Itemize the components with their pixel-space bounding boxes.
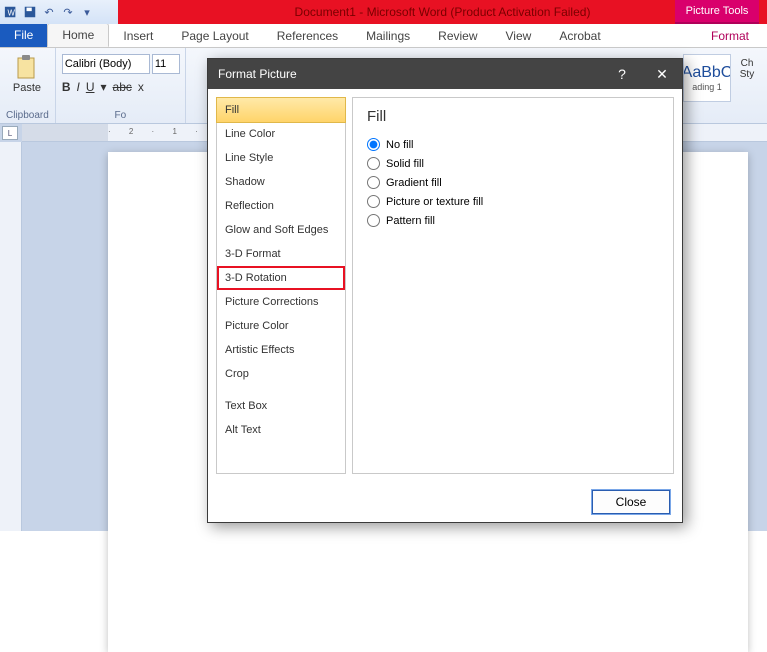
font-group-label: Fo [62, 110, 179, 123]
title-bar: W ↶ ↷ ▾ Document1 - Microsoft Word (Prod… [0, 0, 767, 24]
paste-icon [14, 54, 40, 82]
category-glow[interactable]: Glow and Soft Edges [217, 218, 345, 242]
category-crop[interactable]: Crop [217, 362, 345, 386]
group-font: B I U ▾ abc x Fo [56, 48, 186, 123]
vertical-ruler[interactable] [0, 142, 22, 531]
svg-text:W: W [8, 9, 16, 18]
radio-no-fill[interactable] [367, 138, 380, 151]
category-picture-corrections[interactable]: Picture Corrections [217, 290, 345, 314]
option-picture-texture-fill[interactable]: Picture or texture fill [367, 192, 659, 211]
style-label: ading 1 [692, 82, 722, 92]
redo-icon[interactable]: ↷ [59, 3, 77, 21]
subscript-button[interactable]: x [138, 80, 144, 94]
change-styles-button[interactable]: Ch Sty [733, 54, 761, 102]
option-gradient-fill[interactable]: Gradient fill [367, 173, 659, 192]
category-picture-color[interactable]: Picture Color [217, 314, 345, 338]
category-list: Fill Line Color Line Style Shadow Reflec… [216, 97, 346, 474]
category-shadow[interactable]: Shadow [217, 170, 345, 194]
group-styles: AaBbC ading 1 Ch Sty [677, 48, 767, 123]
option-pattern-fill[interactable]: Pattern fill [367, 211, 659, 230]
radio-solid-fill[interactable] [367, 157, 380, 170]
category-line-color[interactable]: Line Color [217, 122, 345, 146]
style-preview-text: AaBbC [683, 64, 731, 82]
close-icon[interactable]: ✕ [642, 59, 682, 89]
font-size-select[interactable] [152, 54, 180, 74]
category-3d-rotation[interactable]: 3-D Rotation [217, 266, 345, 290]
dialog-footer: Close [208, 482, 682, 522]
clipboard-group-label: Clipboard [6, 110, 49, 123]
tab-acrobat[interactable]: Acrobat [545, 25, 614, 47]
document-title: Document1 - Microsoft Word (Product Acti… [295, 5, 591, 19]
underline-button[interactable]: U [86, 80, 95, 94]
category-text-box[interactable]: Text Box [217, 394, 345, 418]
change-label-1: Ch [741, 58, 754, 69]
option-no-fill[interactable]: No fill [367, 135, 659, 154]
undo-icon[interactable]: ↶ [40, 3, 58, 21]
dialog-titlebar[interactable]: Format Picture ? ✕ [208, 59, 682, 89]
change-label-2: Sty [740, 69, 754, 80]
group-clipboard: Paste Clipboard [0, 48, 56, 123]
tab-review[interactable]: Review [424, 25, 491, 47]
style-heading1[interactable]: AaBbC ading 1 [683, 54, 731, 102]
tab-format[interactable]: Format [693, 25, 767, 47]
word-app-icon[interactable]: W [2, 3, 20, 21]
italic-button[interactable]: I [76, 80, 79, 94]
pane-title: Fill [367, 108, 659, 125]
close-button[interactable]: Close [592, 490, 670, 514]
category-reflection[interactable]: Reflection [217, 194, 345, 218]
paste-label: Paste [13, 82, 41, 94]
bold-button[interactable]: B [62, 80, 71, 94]
radio-gradient-fill[interactable] [367, 176, 380, 189]
options-pane: Fill No fill Solid fill Gradient fill Pi… [352, 97, 674, 474]
category-artistic-effects[interactable]: Artistic Effects [217, 338, 345, 362]
tab-mailings[interactable]: Mailings [352, 25, 424, 47]
category-3d-format[interactable]: 3-D Format [217, 242, 345, 266]
option-solid-fill[interactable]: Solid fill [367, 154, 659, 173]
dialog-title-text: Format Picture [218, 67, 297, 81]
tab-file[interactable]: File [0, 23, 47, 47]
format-picture-dialog: Format Picture ? ✕ Fill Line Color Line … [207, 58, 683, 523]
tab-references[interactable]: References [263, 25, 352, 47]
radio-pattern-fill[interactable] [367, 214, 380, 227]
tab-home[interactable]: Home [47, 23, 109, 47]
tab-insert[interactable]: Insert [109, 25, 167, 47]
qat-dropdown-icon[interactable]: ▾ [78, 3, 96, 21]
ribbon-tabs: File Home Insert Page Layout References … [0, 24, 767, 48]
tab-view[interactable]: View [492, 25, 546, 47]
activation-failed-bar: Document1 - Microsoft Word (Product Acti… [118, 0, 767, 24]
category-line-style[interactable]: Line Style [217, 146, 345, 170]
underline-dropdown-icon[interactable]: ▾ [101, 80, 107, 94]
tab-page-layout[interactable]: Page Layout [167, 25, 262, 47]
picture-tools-contextual-tab[interactable]: Picture Tools [675, 0, 759, 24]
save-icon[interactable] [21, 3, 39, 21]
help-icon[interactable]: ? [602, 59, 642, 89]
category-fill[interactable]: Fill [216, 97, 346, 123]
radio-picture-texture-fill[interactable] [367, 195, 380, 208]
strikethrough-button[interactable]: abc [113, 80, 132, 94]
ruler-corner[interactable]: L [2, 126, 18, 140]
category-alt-text[interactable]: Alt Text [217, 418, 345, 442]
dialog-body: Fill Line Color Line Style Shadow Reflec… [208, 89, 682, 482]
quick-access-toolbar: W ↶ ↷ ▾ [0, 3, 96, 21]
paste-button[interactable]: Paste [6, 50, 48, 94]
font-name-select[interactable] [62, 54, 150, 74]
